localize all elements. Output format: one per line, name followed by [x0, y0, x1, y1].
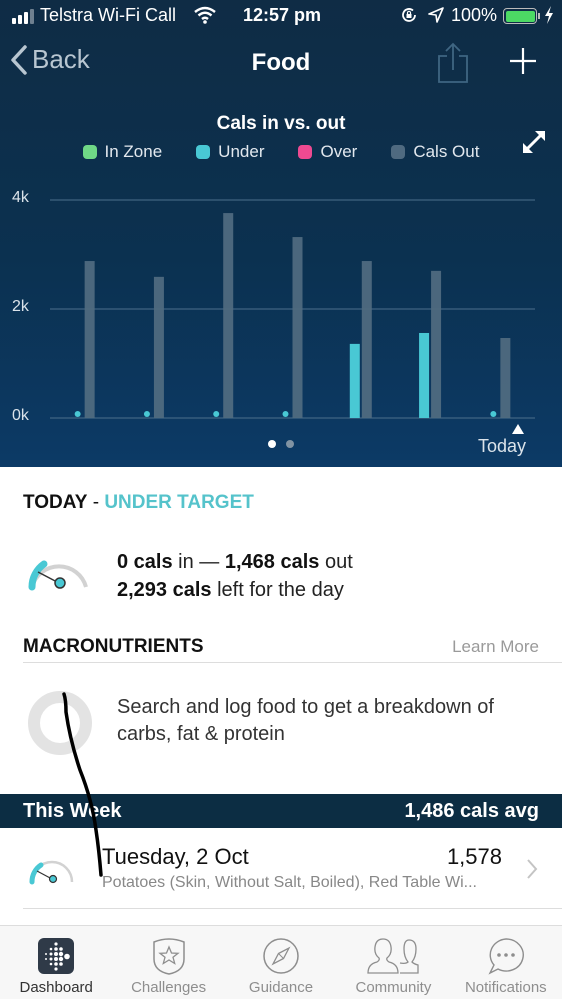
header-area: Telstra Wi-Fi Call 12:57 pm 100% Back Fo…	[0, 0, 562, 467]
nav-bar: Back Food	[0, 40, 562, 86]
bar-cals-out[interactable]	[153, 276, 164, 418]
tab-label: Dashboard	[19, 979, 93, 996]
carrier-name: Telstra Wi-Fi Call	[40, 5, 177, 25]
chart-legend: In Zone Under Over Cals Out	[0, 142, 562, 162]
expand-icon[interactable]	[520, 128, 548, 156]
tab-challenges[interactable]: Challenges	[112, 926, 224, 999]
bar-cals-out[interactable]	[223, 213, 234, 418]
tab-guidance[interactable]: Guidance	[225, 926, 337, 999]
legend-in-zone: In Zone	[82, 142, 163, 162]
tab-bar: Dashboard Challenges Guidance Community …	[0, 925, 562, 999]
point-cals-in[interactable]	[74, 411, 81, 417]
calorie-gauge-icon	[28, 560, 88, 591]
macronutrients-heading: MACRONUTRIENTS	[23, 636, 204, 657]
divider	[23, 662, 562, 663]
tab-community[interactable]: Community	[337, 926, 449, 999]
learn-more-link[interactable]: Learn More	[452, 637, 539, 657]
today-marker-icon	[512, 424, 524, 434]
people-icon	[367, 938, 420, 974]
weekly-average: 1,486 cals avg	[404, 800, 539, 822]
charging-icon	[545, 6, 553, 24]
location-icon	[428, 7, 444, 23]
bar-cals-out[interactable]	[500, 337, 511, 418]
point-cals-in[interactable]	[143, 411, 150, 417]
macro-empty-message: Search and log food to get a breakdown o…	[117, 696, 494, 745]
wifi-icon	[194, 6, 216, 24]
legend-swatch-in-zone	[82, 145, 97, 159]
rotation-lock-icon	[402, 8, 416, 22]
macro-donut-icon	[28, 691, 92, 755]
x-label-today: Today	[478, 436, 527, 456]
divider	[23, 908, 562, 909]
day-list-item[interactable]: Tuesday, 2 Oct 1,578 Potatoes (Skin, Wit…	[0, 828, 562, 910]
star-badge-icon	[152, 938, 185, 975]
tab-label: Challenges	[131, 979, 207, 996]
point-cals-in[interactable]	[490, 411, 497, 417]
today-heading: TODAY - UNDER TARGET	[23, 492, 254, 514]
legend-label: In Zone	[104, 142, 163, 161]
status-bar: Telstra Wi-Fi Call 12:57 pm 100%	[0, 0, 562, 32]
cals-chart[interactable]	[0, 185, 562, 435]
point-cals-in[interactable]	[282, 411, 289, 417]
bar-cals-out[interactable]	[361, 261, 372, 418]
bar-cals-out[interactable]	[84, 261, 95, 418]
page-dot[interactable]	[286, 440, 294, 448]
cals-left-value: 2,293 cals	[117, 579, 212, 601]
page-indicator[interactable]	[268, 440, 294, 448]
y-tick-2k: 2k	[12, 298, 29, 315]
point-cals-in[interactable]	[213, 411, 220, 417]
y-tick-0k: 0k	[12, 407, 29, 424]
clock: 12:57 pm	[243, 5, 322, 25]
battery-percent: 100%	[451, 5, 498, 25]
dashboard-icon	[38, 938, 75, 974]
chevron-right-icon	[527, 859, 538, 879]
tab-dashboard[interactable]: Dashboard	[0, 926, 112, 999]
legend-over: Over	[298, 142, 357, 162]
day-date: Tuesday, 2 Oct	[102, 844, 249, 869]
chat-bubble-icon	[488, 938, 524, 975]
compass-icon	[263, 938, 299, 974]
bar-cals-in[interactable]	[349, 343, 360, 418]
tab-label: Notifications	[464, 979, 547, 996]
day-foods: Potatoes (Skin, Without Salt, Boiled), R…	[102, 874, 477, 891]
cals-out-value: 1,468 cals	[224, 551, 320, 573]
today-status: UNDER TARGET	[104, 492, 254, 513]
chart-title: Cals in vs. out	[216, 113, 346, 134]
cals-in-label: in —	[172, 551, 225, 573]
page-title: Food	[251, 49, 311, 76]
tab-label: Guidance	[248, 979, 314, 996]
battery-icon	[503, 8, 537, 24]
bar-cals-out[interactable]	[431, 270, 442, 418]
this-week-label: This Week	[23, 800, 122, 822]
page-dot-active[interactable]	[268, 440, 276, 448]
legend-label: Cals Out	[413, 142, 480, 161]
legend-label: Over	[320, 142, 358, 161]
legend-swatch-cals-out	[391, 145, 406, 159]
day-gauge-icon	[29, 860, 74, 885]
cals-left-label: left for the day	[211, 579, 344, 601]
cals-out-label: out	[319, 551, 353, 573]
day-calories: 1,578	[446, 844, 502, 869]
today-summary: 0 cals in — 1,468 cals out 2,293 cals le…	[117, 548, 353, 604]
signal-icon	[12, 9, 34, 24]
legend-label: Under	[218, 142, 265, 161]
add-icon[interactable]	[508, 46, 538, 76]
tab-notifications[interactable]: Notifications	[450, 926, 562, 999]
y-tick-4k: 4k	[12, 189, 29, 206]
bar-cals-in[interactable]	[419, 332, 430, 418]
separator: -	[87, 492, 105, 513]
legend-under: Under	[196, 142, 264, 162]
cals-in-value: 0 cals	[117, 551, 173, 573]
bar-cals-out[interactable]	[292, 237, 303, 418]
tab-label: Community	[355, 979, 432, 996]
legend-swatch-under	[196, 145, 211, 159]
today-label: TODAY	[23, 492, 88, 513]
share-icon[interactable]	[436, 42, 470, 84]
legend-swatch-over	[298, 145, 313, 159]
this-week-header: This Week 1,486 cals avg	[0, 794, 562, 828]
legend-cals-out: Cals Out	[391, 142, 479, 162]
